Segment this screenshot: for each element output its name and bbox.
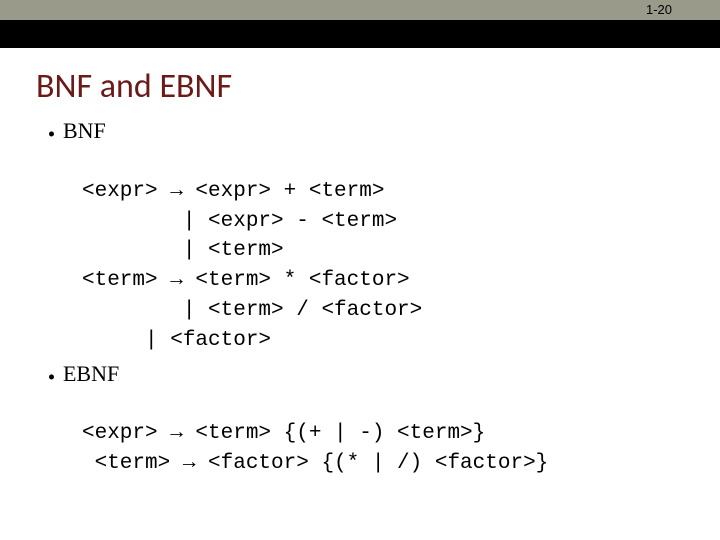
bullet-bnf: • BNF <box>48 115 700 147</box>
page-number: 1-20 <box>646 2 672 17</box>
bullet-label-ebnf: EBNF <box>63 358 119 390</box>
bnf-line-1: <expr> → <expr> + <term> <box>82 180 384 203</box>
slide-title: BNF and EBNF <box>36 66 720 107</box>
bnf-grammar-block: <expr> → <expr> + <term> | <expr> - <ter… <box>82 147 700 356</box>
bnf-line-4: <term> → <term> * <factor> <box>82 269 410 292</box>
bnf-line-2: | <expr> - <term> <box>82 210 397 233</box>
content-area: • BNF <expr> → <expr> + <term> | <expr> … <box>48 115 700 479</box>
ebnf-line-1: <expr> → <term> {(+ | -) <term>} <box>82 422 485 445</box>
ebnf-grammar-block: <expr> → <term> {(+ | -) <term>} <term> … <box>82 389 700 478</box>
bullet-dot-icon: • <box>48 366 55 388</box>
ebnf-line-2: <term> → <factor> {(* | /) <factor>} <box>82 452 548 475</box>
bnf-line-5: | <term> / <factor> <box>82 299 422 322</box>
bnf-line-3: | <term> <box>82 239 284 262</box>
header-black-stripe <box>0 20 720 48</box>
bullet-dot-icon: • <box>48 123 55 145</box>
header-band: 1-20 <box>0 0 720 48</box>
bullet-ebnf: • EBNF <box>48 358 700 390</box>
bnf-line-6: | <factor> <box>82 329 271 352</box>
bullet-label-bnf: BNF <box>63 115 106 147</box>
